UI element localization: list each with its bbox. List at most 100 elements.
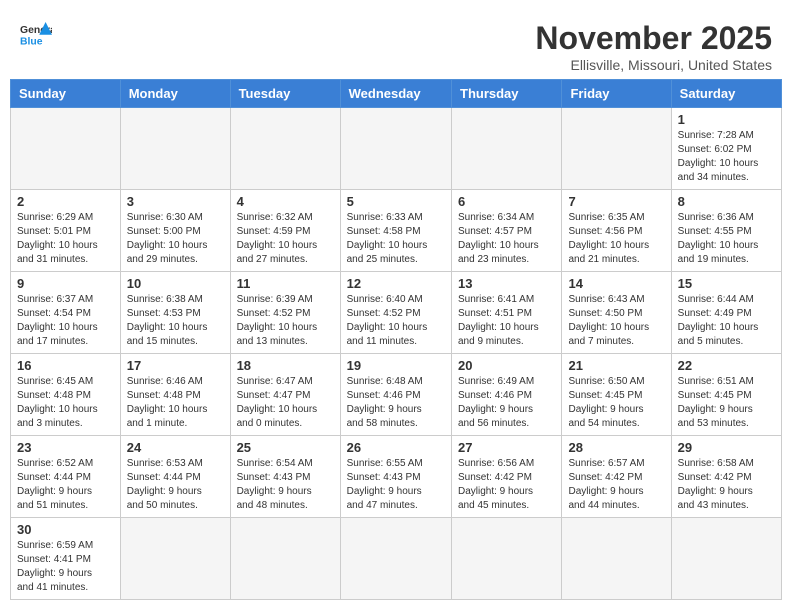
- weekday-header: Saturday: [671, 80, 781, 108]
- day-info: Sunrise: 6:33 AM Sunset: 4:58 PM Dayligh…: [347, 211, 445, 267]
- day-info: Sunrise: 6:36 AM Sunset: 4:55 PM Dayligh…: [678, 211, 775, 267]
- calendar-week-row: 23 Sunrise: 6:52 AM Sunset: 4:44 PM Dayli…: [11, 436, 782, 518]
- day-info: Sunrise: 6:45 AM Sunset: 4:48 PM Dayligh…: [17, 375, 114, 431]
- calendar-cell: 22 Sunrise: 6:51 AM Sunset: 4:45 PM Dayli…: [671, 354, 781, 436]
- day-info: Sunrise: 6:37 AM Sunset: 4:54 PM Dayligh…: [17, 293, 114, 349]
- calendar-cell: 19Sunrise: 6:48 AM Sunset: 4:46 PM Dayli…: [340, 354, 451, 436]
- day-number: 21: [568, 358, 664, 373]
- day-info: Sunrise: 6:58 AM Sunset: 4:42 PM Dayligh…: [678, 457, 775, 513]
- calendar-table: SundayMondayTuesdayWednesdayThursdayFrid…: [10, 79, 782, 600]
- calendar-cell: 1Sunrise: 7:28 AM Sunset: 6:02 PM Daylig…: [671, 108, 781, 190]
- calendar-week-row: 16 Sunrise: 6:45 AM Sunset: 4:48 PM Dayli…: [11, 354, 782, 436]
- calendar-week-row: 30 Sunrise: 6:59 AM Sunset: 4:41 PM Dayli…: [11, 518, 782, 600]
- calendar-cell: 4 Sunrise: 6:32 AM Sunset: 4:59 PM Daylig…: [230, 190, 340, 272]
- day-number: 22: [678, 358, 775, 373]
- calendar-cell: 8 Sunrise: 6:36 AM Sunset: 4:55 PM Daylig…: [671, 190, 781, 272]
- calendar-week-row: 2Sunrise: 6:29 AM Sunset: 5:01 PM Daylig…: [11, 190, 782, 272]
- location-label: Ellisville, Missouri, United States: [535, 57, 772, 73]
- day-info: Sunrise: 6:51 AM Sunset: 4:45 PM Dayligh…: [678, 375, 775, 431]
- day-number: 17: [127, 358, 224, 373]
- day-number: 30: [17, 522, 114, 537]
- day-number: 28: [568, 440, 664, 455]
- day-info: Sunrise: 6:55 AM Sunset: 4:43 PM Dayligh…: [347, 457, 445, 513]
- calendar-cell: 29 Sunrise: 6:58 AM Sunset: 4:42 PM Dayli…: [671, 436, 781, 518]
- calendar-cell: [671, 518, 781, 600]
- calendar-cell: 16 Sunrise: 6:45 AM Sunset: 4:48 PM Dayli…: [11, 354, 121, 436]
- calendar-week-row: 9Sunrise: 6:37 AM Sunset: 4:54 PM Daylig…: [11, 272, 782, 354]
- day-info: Sunrise: 6:38 AM Sunset: 4:53 PM Dayligh…: [127, 293, 224, 349]
- calendar-cell: [452, 518, 562, 600]
- calendar-cell: [562, 518, 671, 600]
- day-number: 26: [347, 440, 445, 455]
- month-title: November 2025: [535, 20, 772, 57]
- calendar-cell: [230, 518, 340, 600]
- calendar-cell: 21 Sunrise: 6:50 AM Sunset: 4:45 PM Dayli…: [562, 354, 671, 436]
- calendar-cell: [11, 108, 121, 190]
- day-info: Sunrise: 6:30 AM Sunset: 5:00 PM Dayligh…: [127, 211, 224, 267]
- day-info: Sunrise: 6:43 AM Sunset: 4:50 PM Dayligh…: [568, 293, 664, 349]
- day-info: Sunrise: 6:50 AM Sunset: 4:45 PM Dayligh…: [568, 375, 664, 431]
- day-info: Sunrise: 6:47 AM Sunset: 4:47 PM Dayligh…: [237, 375, 334, 431]
- weekday-header: Tuesday: [230, 80, 340, 108]
- day-info: Sunrise: 6:57 AM Sunset: 4:42 PM Dayligh…: [568, 457, 664, 513]
- weekday-header: Thursday: [452, 80, 562, 108]
- day-number: 14: [568, 276, 664, 291]
- day-number: 10: [127, 276, 224, 291]
- day-info: Sunrise: 6:40 AM Sunset: 4:52 PM Dayligh…: [347, 293, 445, 349]
- day-number: 24: [127, 440, 224, 455]
- day-number: 15: [678, 276, 775, 291]
- calendar-cell: 3 Sunrise: 6:30 AM Sunset: 5:00 PM Daylig…: [120, 190, 230, 272]
- calendar-cell: 25 Sunrise: 6:54 AM Sunset: 4:43 PM Dayli…: [230, 436, 340, 518]
- calendar-cell: 20 Sunrise: 6:49 AM Sunset: 4:46 PM Dayli…: [452, 354, 562, 436]
- weekday-header: Wednesday: [340, 80, 451, 108]
- day-number: 7: [568, 194, 664, 209]
- svg-text:Blue: Blue: [20, 36, 43, 47]
- day-info: Sunrise: 7:28 AM Sunset: 6:02 PM Dayligh…: [678, 129, 775, 185]
- day-number: 5: [347, 194, 445, 209]
- day-number: 16: [17, 358, 114, 373]
- weekday-header: Sunday: [11, 80, 121, 108]
- calendar-cell: 14 Sunrise: 6:43 AM Sunset: 4:50 PM Dayli…: [562, 272, 671, 354]
- calendar-cell: [562, 108, 671, 190]
- calendar-cell: 18 Sunrise: 6:47 AM Sunset: 4:47 PM Dayli…: [230, 354, 340, 436]
- day-number: 2: [17, 194, 114, 209]
- calendar-cell: 15 Sunrise: 6:44 AM Sunset: 4:49 PM Dayli…: [671, 272, 781, 354]
- day-info: Sunrise: 6:48 AM Sunset: 4:46 PM Dayligh…: [347, 375, 445, 431]
- calendar-cell: 30 Sunrise: 6:59 AM Sunset: 4:41 PM Dayli…: [11, 518, 121, 600]
- calendar-cell: 5 Sunrise: 6:33 AM Sunset: 4:58 PM Daylig…: [340, 190, 451, 272]
- calendar-cell: 7 Sunrise: 6:35 AM Sunset: 4:56 PM Daylig…: [562, 190, 671, 272]
- calendar-cell: [230, 108, 340, 190]
- day-number: 25: [237, 440, 334, 455]
- weekday-header: Monday: [120, 80, 230, 108]
- day-number: 18: [237, 358, 334, 373]
- calendar-cell: 27Sunrise: 6:56 AM Sunset: 4:42 PM Dayli…: [452, 436, 562, 518]
- day-info: Sunrise: 6:52 AM Sunset: 4:44 PM Dayligh…: [17, 457, 114, 513]
- day-info: Sunrise: 6:34 AM Sunset: 4:57 PM Dayligh…: [458, 211, 555, 267]
- day-number: 20: [458, 358, 555, 373]
- day-info: Sunrise: 6:32 AM Sunset: 4:59 PM Dayligh…: [237, 211, 334, 267]
- calendar-cell: [340, 518, 451, 600]
- day-number: 12: [347, 276, 445, 291]
- day-info: Sunrise: 6:59 AM Sunset: 4:41 PM Dayligh…: [17, 539, 114, 595]
- day-number: 13: [458, 276, 555, 291]
- day-number: 27: [458, 440, 555, 455]
- day-info: Sunrise: 6:41 AM Sunset: 4:51 PM Dayligh…: [458, 293, 555, 349]
- day-number: 8: [678, 194, 775, 209]
- calendar-cell: 24Sunrise: 6:53 AM Sunset: 4:44 PM Dayli…: [120, 436, 230, 518]
- day-number: 11: [237, 276, 334, 291]
- day-info: Sunrise: 6:54 AM Sunset: 4:43 PM Dayligh…: [237, 457, 334, 513]
- calendar-cell: 13 Sunrise: 6:41 AM Sunset: 4:51 PM Dayli…: [452, 272, 562, 354]
- day-number: 23: [17, 440, 114, 455]
- weekday-header-row: SundayMondayTuesdayWednesdayThursdayFrid…: [11, 80, 782, 108]
- calendar-cell: 9Sunrise: 6:37 AM Sunset: 4:54 PM Daylig…: [11, 272, 121, 354]
- weekday-header: Friday: [562, 80, 671, 108]
- calendar-cell: 23 Sunrise: 6:52 AM Sunset: 4:44 PM Dayli…: [11, 436, 121, 518]
- day-info: Sunrise: 6:49 AM Sunset: 4:46 PM Dayligh…: [458, 375, 555, 431]
- day-number: 4: [237, 194, 334, 209]
- calendar-cell: 10 Sunrise: 6:38 AM Sunset: 4:53 PM Dayli…: [120, 272, 230, 354]
- day-info: Sunrise: 6:39 AM Sunset: 4:52 PM Dayligh…: [237, 293, 334, 349]
- day-info: Sunrise: 6:44 AM Sunset: 4:49 PM Dayligh…: [678, 293, 775, 349]
- day-number: 29: [678, 440, 775, 455]
- day-number: 3: [127, 194, 224, 209]
- day-info: Sunrise: 6:35 AM Sunset: 4:56 PM Dayligh…: [568, 211, 664, 267]
